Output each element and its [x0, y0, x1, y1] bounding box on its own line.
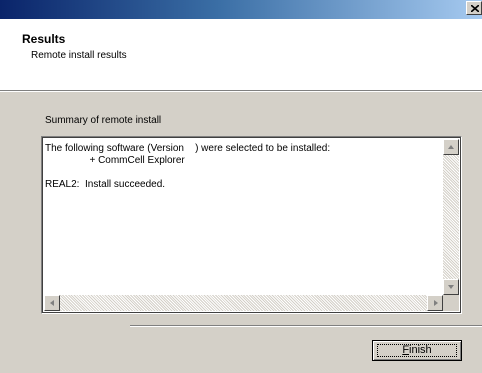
- finish-button[interactable]: Finish: [372, 340, 462, 361]
- scrollbar-corner: [443, 295, 459, 311]
- results-line: The following software (Version ) were s…: [45, 143, 331, 154]
- arrow-right-icon: [434, 300, 438, 306]
- vertical-scrollbar[interactable]: [443, 139, 459, 295]
- scroll-right-button[interactable]: [427, 295, 443, 311]
- finish-button-label: Finish: [402, 344, 431, 356]
- summary-label: Summary of remote install: [45, 115, 162, 126]
- header-divider: [0, 91, 482, 92]
- footer-divider-highlight: [130, 326, 482, 327]
- installer-window: Results Remote install results Summary o…: [0, 0, 482, 373]
- finish-label-rest: inish: [409, 344, 432, 356]
- results-line: [45, 167, 330, 179]
- page-title: Results: [22, 32, 66, 46]
- arrow-up-icon: [448, 145, 454, 149]
- scroll-down-button[interactable]: [443, 279, 459, 295]
- arrow-left-icon: [50, 300, 54, 306]
- horizontal-scrollbar[interactable]: [44, 295, 443, 311]
- title-bar[interactable]: [0, 0, 482, 19]
- results-textbox[interactable]: The following software (Version ) were s…: [41, 136, 462, 314]
- close-icon: [471, 5, 479, 12]
- header-panel: Results Remote install results: [0, 19, 482, 91]
- results-line: REAL2: Install succeeded.: [45, 179, 166, 190]
- page-subtitle: Remote install results: [31, 50, 127, 61]
- results-text: The following software (Version ) were s…: [45, 143, 330, 191]
- scroll-left-button[interactable]: [44, 295, 60, 311]
- arrow-down-icon: [448, 285, 454, 289]
- scroll-up-button[interactable]: [443, 139, 459, 155]
- close-button[interactable]: [466, 1, 482, 15]
- results-line: + CommCell Explorer: [45, 155, 185, 166]
